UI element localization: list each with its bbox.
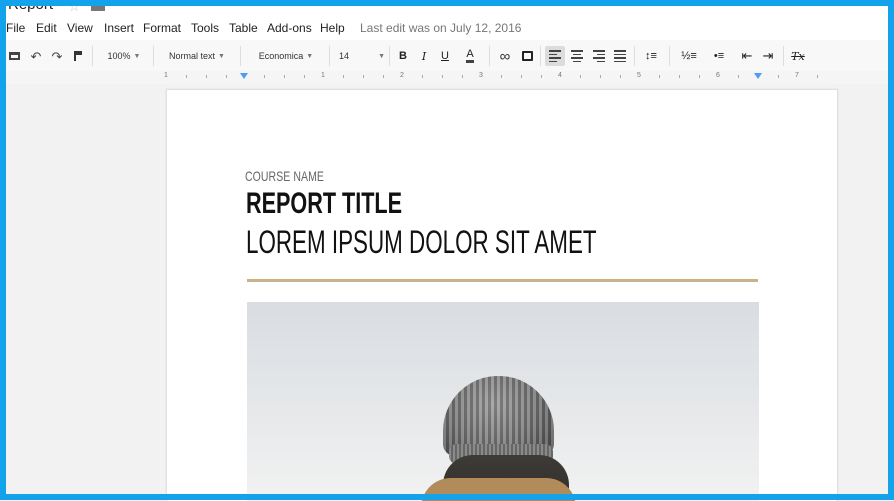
chevron-down-icon: ▼ xyxy=(306,52,314,60)
last-edit-status[interactable]: Last edit was on July 12, 2016 xyxy=(360,21,521,35)
ruler: 1 1 2 3 4 5 6 7 xyxy=(0,71,894,84)
italic-icon[interactable] xyxy=(416,46,432,66)
align-left-icon xyxy=(549,50,561,62)
menu-help[interactable]: Help xyxy=(320,21,345,35)
right-indent-marker[interactable] xyxy=(754,73,762,79)
chevron-down-icon: ▼ xyxy=(378,52,385,60)
font-size-select[interactable]: 14 ▼ xyxy=(339,46,385,66)
underline-icon[interactable] xyxy=(437,46,453,66)
menu-table[interactable]: Table xyxy=(229,21,258,35)
menu-tools[interactable]: Tools xyxy=(191,21,219,35)
align-center-button[interactable] xyxy=(568,46,586,66)
menu-addons[interactable]: Add-ons xyxy=(267,21,312,35)
toolbar-separator xyxy=(540,46,541,66)
ruler-number: 2 xyxy=(400,72,404,79)
ruler-number: 1 xyxy=(321,72,325,79)
toolbar-separator xyxy=(92,46,93,66)
menu-view[interactable]: View xyxy=(67,21,93,35)
paint-format-icon[interactable] xyxy=(70,46,86,66)
toolbar-separator xyxy=(489,46,490,66)
toolbar-separator xyxy=(669,46,670,66)
clear-formatting-icon[interactable] xyxy=(789,46,807,66)
star-icon[interactable]: ☆ xyxy=(68,0,81,15)
ruler-number: 4 xyxy=(558,72,562,79)
menu-bar: File Edit View Insert Format Tools Table… xyxy=(0,18,894,41)
numbered-list-icon[interactable] xyxy=(677,46,701,66)
document-title[interactable]: Report xyxy=(8,0,53,13)
menu-file[interactable]: File xyxy=(6,21,25,35)
zoom-value: 100% xyxy=(107,51,131,61)
chevron-down-icon: ▼ xyxy=(218,52,225,60)
toolbar-separator xyxy=(153,46,154,66)
paragraph-style-select[interactable]: Normal text ▼ xyxy=(161,46,233,66)
ruler-number: 1 xyxy=(164,72,168,79)
menu-insert[interactable]: Insert xyxy=(104,21,134,35)
course-name[interactable]: COURSE NAME xyxy=(245,168,324,184)
print-icon[interactable] xyxy=(6,46,22,66)
left-indent-marker[interactable] xyxy=(240,73,248,79)
toolbar-separator xyxy=(240,46,241,66)
bold-icon[interactable] xyxy=(395,46,411,66)
report-subtitle[interactable]: LOREM IPSUM DOLOR SIT AMET xyxy=(246,224,597,261)
toolbar-separator xyxy=(783,46,784,66)
justify-button[interactable] xyxy=(611,46,629,66)
paragraph-style-value: Normal text xyxy=(169,51,216,61)
jacket-shape xyxy=(421,478,576,501)
menu-format[interactable]: Format xyxy=(143,21,181,35)
ruler-number: 7 xyxy=(795,72,799,79)
menu-edit[interactable]: Edit xyxy=(36,21,57,35)
document-page[interactable]: COURSE NAME REPORT TITLE LOREM IPSUM DOL… xyxy=(166,89,838,501)
toolbar-separator xyxy=(329,46,330,66)
folder-icon[interactable] xyxy=(91,1,105,11)
redo-icon[interactable] xyxy=(49,46,65,66)
cover-image[interactable] xyxy=(247,302,759,501)
align-right-icon xyxy=(593,50,605,62)
align-center-icon xyxy=(571,50,583,62)
justify-icon xyxy=(614,50,626,62)
increase-indent-icon[interactable] xyxy=(759,46,777,66)
comment-icon[interactable] xyxy=(519,46,535,66)
chevron-down-icon: ▼ xyxy=(133,52,141,60)
toolbar-separator xyxy=(389,46,390,66)
align-left-button[interactable] xyxy=(545,46,565,66)
bulleted-list-icon[interactable] xyxy=(707,46,731,66)
align-right-button[interactable] xyxy=(590,46,608,66)
report-title[interactable]: REPORT TITLE xyxy=(246,187,402,221)
line-spacing-icon[interactable] xyxy=(640,46,662,66)
undo-icon[interactable] xyxy=(28,46,44,66)
accent-divider xyxy=(247,279,758,282)
font-family-value: Economica xyxy=(258,51,304,61)
text-color-icon[interactable] xyxy=(459,46,481,66)
decrease-indent-icon[interactable] xyxy=(738,46,756,66)
font-family-select[interactable]: Economica ▼ xyxy=(250,46,322,66)
ruler-number: 5 xyxy=(637,72,641,79)
font-size-value: 14 xyxy=(339,51,350,61)
ruler-number: 3 xyxy=(479,72,483,79)
toolbar-separator xyxy=(634,46,635,66)
ruler-number: 6 xyxy=(716,72,720,79)
link-icon[interactable] xyxy=(496,46,514,66)
zoom-select[interactable]: 100% ▼ xyxy=(103,46,145,66)
title-bar: Report ☆ xyxy=(0,0,894,18)
toolbar: 100% ▼ Normal text ▼ Economica ▼ 14 ▼ xyxy=(0,40,894,72)
